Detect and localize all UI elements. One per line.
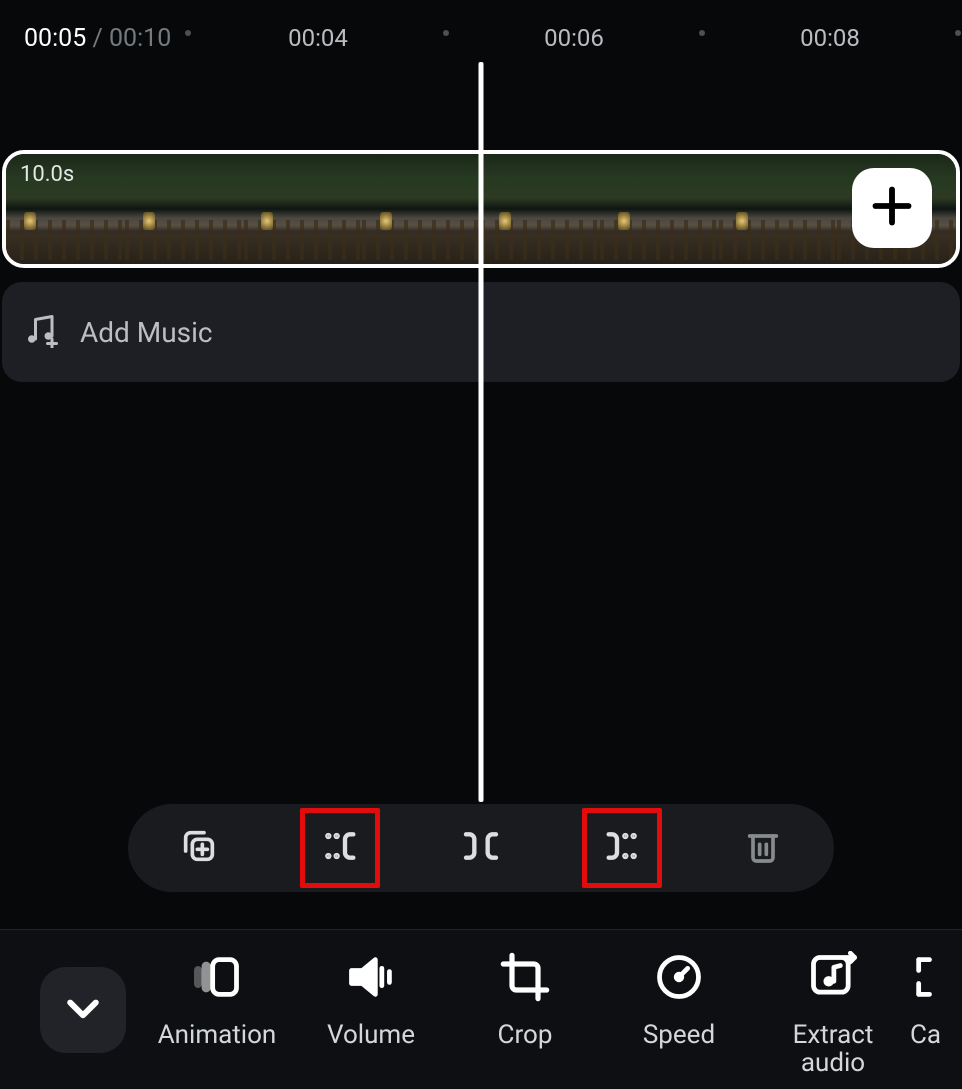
- tool-canvas[interactable]: Ca: [910, 945, 950, 1050]
- tool-speed[interactable]: Speed: [602, 945, 756, 1050]
- current-time: 00:05: [24, 24, 86, 53]
- tool-volume[interactable]: Volume: [294, 945, 448, 1050]
- add-music-label: Add Music: [80, 316, 213, 349]
- tool-label: Crop: [498, 1021, 553, 1050]
- crop-icon: [499, 951, 551, 1007]
- add-clip-button[interactable]: [852, 168, 932, 248]
- canvas-icon: [910, 951, 962, 1007]
- tool-label: Animation: [158, 1021, 277, 1050]
- tool-label: Speed: [643, 1021, 715, 1050]
- ruler-tick: 00:08: [800, 24, 860, 52]
- split-icon: [461, 826, 501, 870]
- plus-icon: [870, 184, 914, 232]
- clip-frame: [719, 154, 838, 264]
- duplicate-button[interactable]: [159, 808, 239, 888]
- trash-icon: [743, 826, 783, 870]
- extract-audio-icon: [807, 951, 859, 1007]
- collapse-button[interactable]: [40, 967, 126, 1053]
- bottom-toolbar: Animation Volume Crop: [0, 929, 962, 1089]
- tool-label: Extract audio: [793, 1021, 874, 1075]
- tool-label: Volume: [327, 1021, 415, 1050]
- clip-duration-label: 10.0s: [20, 162, 74, 187]
- tool-extract-audio[interactable]: Extract audio: [756, 945, 910, 1075]
- clip-frame: [244, 154, 363, 264]
- delete-button[interactable]: [723, 808, 803, 888]
- chevron-down-icon: [61, 986, 105, 1034]
- split-button[interactable]: [441, 808, 521, 888]
- animation-icon: [191, 951, 243, 1007]
- clip-frame: [600, 154, 719, 264]
- ruler-dot: [185, 30, 191, 36]
- clip-frame: [362, 154, 481, 264]
- playback-position: 00:05 / 00:10: [24, 24, 171, 53]
- ruler-tick: 00:06: [544, 24, 604, 52]
- total-time: 00:10: [109, 24, 171, 53]
- speed-icon: [653, 951, 705, 1007]
- clip-frame: [481, 154, 600, 264]
- trim-left-button[interactable]: [300, 808, 380, 888]
- duplicate-icon: [179, 826, 219, 870]
- ruler-dot: [955, 30, 961, 36]
- ruler-dot: [443, 30, 449, 36]
- ruler-dot: [699, 30, 705, 36]
- trim-right-button[interactable]: [582, 808, 662, 888]
- timeline-ruler[interactable]: 00:05 / 00:10 00:04 00:06 00:08: [0, 0, 962, 60]
- tool-crop[interactable]: Crop: [448, 945, 602, 1050]
- trim-left-icon: [320, 826, 360, 870]
- clip-action-bar: [128, 804, 834, 892]
- tool-animation[interactable]: Animation: [140, 945, 294, 1050]
- clip-frame: [125, 154, 244, 264]
- music-add-icon: [22, 312, 58, 352]
- ruler-tick: 00:04: [288, 24, 348, 52]
- trim-right-icon: [602, 826, 642, 870]
- volume-icon: [345, 951, 397, 1007]
- tool-strip[interactable]: Animation Volume Crop: [140, 945, 962, 1075]
- tool-label: Ca: [910, 1021, 941, 1050]
- playhead[interactable]: [479, 62, 484, 802]
